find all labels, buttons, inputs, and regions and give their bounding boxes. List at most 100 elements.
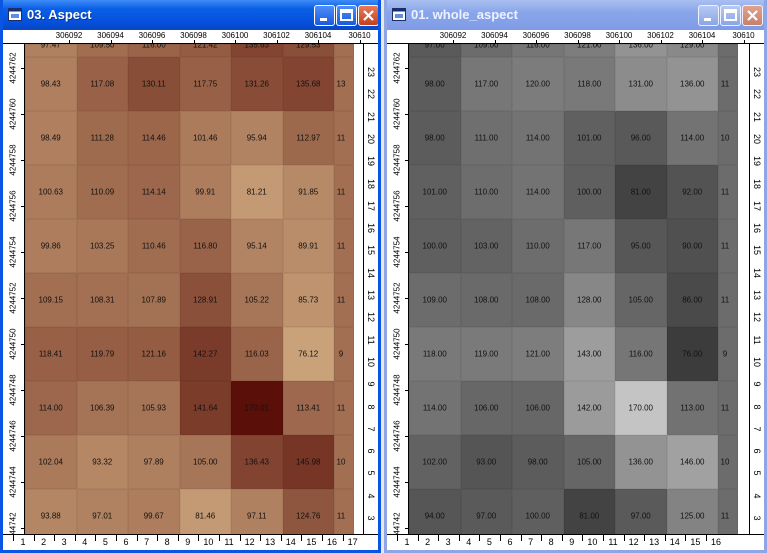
column-index-label: 9 bbox=[569, 537, 575, 547]
maximize-icon bbox=[724, 9, 737, 21]
title-bar[interactable]: 01. whole_aspect bbox=[387, 0, 764, 30]
cell-value: 81.46 bbox=[195, 511, 216, 521]
y-tick-label: 4244748 bbox=[392, 374, 402, 406]
x-tick-mark bbox=[702, 40, 703, 43]
x-tick-mark bbox=[235, 40, 236, 43]
row-index-label: 13 bbox=[752, 289, 762, 301]
column-index-label: 8 bbox=[548, 537, 554, 547]
y-tick-mark bbox=[21, 160, 24, 161]
y-tick-label: 4244754 bbox=[8, 236, 18, 268]
cell-value: 81.00 bbox=[630, 187, 651, 197]
cell-value: 76.12 bbox=[298, 349, 319, 359]
cell-value: 131.26 bbox=[244, 79, 269, 89]
column-tick-mark bbox=[74, 535, 76, 541]
y-tick-mark bbox=[405, 528, 408, 529]
cell-value: 11 bbox=[336, 241, 346, 251]
x-tick-label: 306100 bbox=[605, 31, 633, 40]
raster-cell[interactable] bbox=[334, 327, 354, 381]
minimize-icon bbox=[320, 18, 327, 21]
column-index-label: 5 bbox=[486, 537, 492, 547]
cell-value: 11 bbox=[336, 403, 346, 413]
cell-value: 119.00 bbox=[474, 349, 499, 359]
raster-view[interactable]: 306092 306094 306096 306098 306100 306102 3061… bbox=[387, 30, 764, 550]
cell-value: 114.00 bbox=[38, 403, 63, 413]
raster-grid[interactable]: 97.47 109.50 116.00 121.42 135.63 129.53 98.43… bbox=[25, 44, 363, 534]
column-index-ruler: 1 2 3 4 5 6 7 8 9 10 11 12 13 14 15 16 bbox=[387, 534, 764, 550]
column-index-label: 17 bbox=[347, 537, 358, 547]
row-index-label: 5 bbox=[366, 470, 376, 476]
column-index-label: 5 bbox=[102, 537, 108, 547]
row-index-label: 16 bbox=[366, 223, 376, 234]
y-tick-label: 4244750 bbox=[8, 328, 18, 360]
cell-value: 121.00 bbox=[577, 44, 602, 50]
x-tick-mark bbox=[577, 40, 579, 43]
raster-cell[interactable] bbox=[718, 44, 738, 57]
cell-value: 110.09 bbox=[90, 187, 115, 197]
x-tick-label: 306092 bbox=[439, 31, 467, 40]
column-index-label: 16 bbox=[326, 537, 338, 547]
y-tick-mark bbox=[405, 114, 408, 115]
cell-value: 98.00 bbox=[527, 457, 548, 467]
cell-value: 114.00 bbox=[525, 187, 550, 197]
x-tick-label: 306100 bbox=[221, 31, 249, 40]
maximize-button[interactable] bbox=[720, 5, 741, 26]
row-index-label: 19 bbox=[752, 156, 762, 167]
x-tick-mark bbox=[152, 40, 153, 43]
y-tick-mark bbox=[21, 436, 24, 437]
cell-value: 170.00 bbox=[628, 403, 653, 413]
cell-value: 97.00 bbox=[476, 511, 497, 521]
cell-value: 112.97 bbox=[296, 133, 321, 143]
column-index-label: 15 bbox=[690, 537, 701, 547]
minimize-button[interactable] bbox=[698, 5, 719, 26]
x-tick-label: 306096 bbox=[522, 31, 550, 40]
close-button[interactable] bbox=[742, 5, 763, 26]
x-tick-label: 30610 bbox=[732, 31, 755, 40]
y-tick-mark bbox=[21, 390, 24, 391]
cell-value: 105.93 bbox=[141, 403, 166, 413]
cell-value: 114.00 bbox=[525, 133, 550, 143]
column-index-label: 8 bbox=[164, 537, 170, 547]
window-title: 01. whole_aspect bbox=[411, 7, 518, 22]
row-index-label: 18 bbox=[366, 178, 376, 189]
close-button[interactable] bbox=[358, 5, 378, 26]
raster-view[interactable]: 306092 306094 306096 306098 306100 306102 3061… bbox=[3, 30, 378, 550]
y-coordinate-ruler: 4244762 4244760 4244758 4244756 4244754 42447… bbox=[3, 44, 25, 534]
x-coordinate-ruler: 306092 306094 306096 306098 306100 306102 3061… bbox=[3, 30, 378, 44]
raster-cell[interactable] bbox=[718, 327, 738, 381]
row-index-label: 14 bbox=[752, 267, 762, 278]
cell-value: 116.03 bbox=[244, 349, 269, 359]
cell-value: 107.89 bbox=[141, 295, 166, 305]
cell-value: 109.15 bbox=[38, 295, 63, 305]
row-index-label: 5 bbox=[752, 470, 762, 476]
cell-value: 124.76 bbox=[296, 511, 321, 521]
maximize-button[interactable] bbox=[336, 5, 357, 26]
cell-value: 86.00 bbox=[682, 295, 703, 305]
cell-value: 136.00 bbox=[628, 457, 653, 467]
cell-value: 170.01 bbox=[244, 403, 269, 413]
whole-aspect-window[interactable]: 01. whole_aspect 306092 306094 306096 30609… bbox=[384, 0, 767, 553]
y-tick-mark bbox=[405, 390, 408, 391]
column-index-label: 12 bbox=[628, 537, 639, 547]
aspect-window[interactable]: 03. Aspect 306092 306094 306096 306098 30610… bbox=[0, 0, 381, 553]
x-tick-label: 306104 bbox=[688, 31, 716, 40]
y-tick-mark bbox=[21, 114, 24, 115]
y-tick-mark bbox=[405, 436, 408, 437]
y-tick-label: 4244742 bbox=[392, 512, 402, 534]
cell-value: 96.00 bbox=[630, 133, 651, 143]
column-tick-mark bbox=[664, 535, 666, 541]
column-tick-mark bbox=[417, 535, 419, 541]
cell-value: 125.00 bbox=[680, 511, 705, 521]
cell-value: 11 bbox=[336, 511, 346, 521]
row-index-label: 8 bbox=[366, 403, 376, 410]
y-tick-label: 4244756 bbox=[8, 190, 18, 222]
y-tick-label: 4244744 bbox=[8, 466, 18, 498]
row-index-label: 6 bbox=[752, 448, 762, 454]
row-index-label: 12 bbox=[366, 312, 376, 323]
raster-cell[interactable] bbox=[334, 44, 354, 57]
minimize-button[interactable] bbox=[314, 5, 335, 26]
title-bar[interactable]: 03. Aspect bbox=[3, 0, 378, 30]
raster-grid[interactable]: 97.00 109.00 116.00 121.00 136.00 129.00 98.00… bbox=[409, 44, 749, 534]
row-index-label: 17 bbox=[366, 200, 376, 211]
cell-value: 111.00 bbox=[474, 133, 498, 143]
y-tick-label: 4244748 bbox=[8, 374, 18, 406]
